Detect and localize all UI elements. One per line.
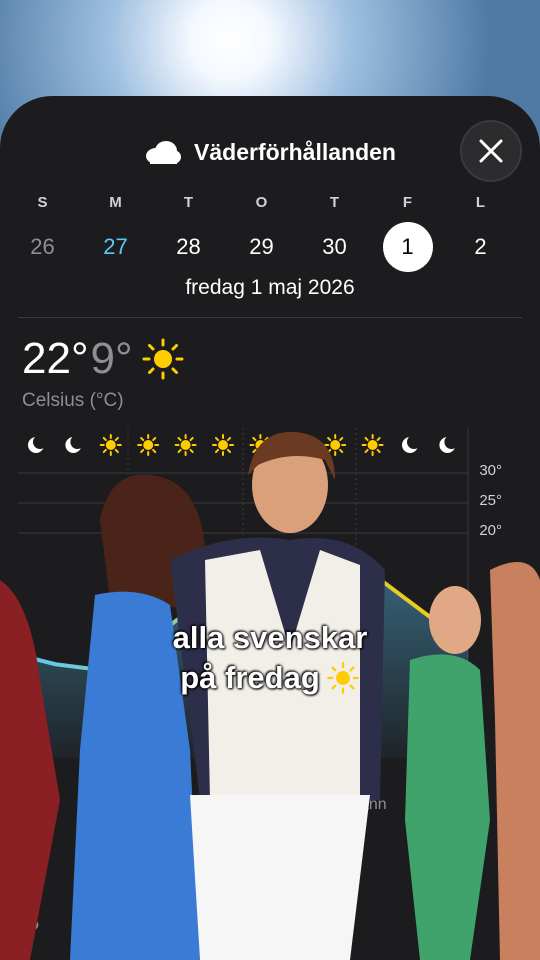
- weekday-label: O: [255, 194, 268, 211]
- weekday-label: L: [475, 194, 486, 211]
- date-button-today[interactable]: 27: [79, 222, 152, 272]
- caption-line-2-wrap: på fredag: [180, 658, 360, 698]
- date-button[interactable]: 28: [152, 222, 225, 272]
- temperature-summary: 22° 9°: [22, 334, 185, 384]
- date-button[interactable]: 30: [298, 222, 371, 272]
- sun-icon: [326, 662, 359, 694]
- close-button[interactable]: [460, 120, 522, 182]
- selected-date-label: 1: [382, 222, 433, 272]
- caption-line-2: på fredag: [180, 660, 320, 695]
- weekday-row: S M T O T F L: [6, 194, 540, 211]
- sheet-title: Väderförhållanden: [194, 138, 396, 165]
- temp-low: 9°: [90, 334, 133, 383]
- sun-icon: [142, 338, 184, 380]
- dancer-center-pants: [190, 795, 370, 960]
- divider: [18, 317, 522, 318]
- date-row: 26 27 28 29 30 1 2: [6, 222, 540, 272]
- weekday-label: T: [329, 194, 340, 211]
- weekday-label: M: [109, 194, 122, 211]
- date-button[interactable]: 2: [444, 222, 517, 272]
- video-caption: alla svenskar på fredag: [0, 618, 540, 698]
- dancer-right-body: [405, 654, 490, 960]
- sheet-header: Väderförhållanden: [0, 134, 540, 170]
- date-button-selected[interactable]: 1: [371, 222, 444, 272]
- cloud-icon: [144, 139, 182, 165]
- weekday-label: T: [183, 194, 194, 211]
- temp-high: 22°: [22, 334, 89, 383]
- weekday-label: F: [402, 194, 413, 211]
- close-icon: [479, 139, 503, 163]
- weekday-label: S: [37, 194, 48, 211]
- date-button[interactable]: 26: [6, 222, 79, 272]
- date-button[interactable]: 29: [225, 222, 298, 272]
- caption-line-1: alla svenskar: [172, 620, 368, 655]
- selected-full-date: fredag 1 maj 2026: [185, 276, 355, 299]
- temperature-unit: Celsius (°C): [22, 390, 124, 411]
